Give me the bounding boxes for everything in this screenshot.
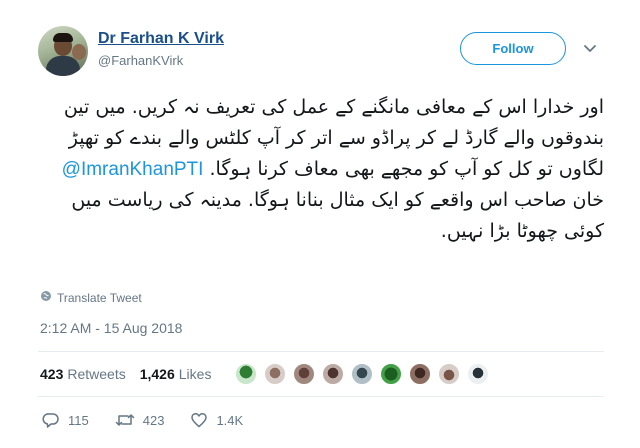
- author-name[interactable]: Dr Farhan K Virk: [98, 30, 224, 48]
- liker-avatar[interactable]: [351, 363, 374, 385]
- retweet-icon: [115, 411, 135, 429]
- tweet-text: اور خدارا اس کے معافی مانگنے کے عمل کی ت…: [38, 92, 604, 247]
- author-avatar[interactable]: [38, 26, 88, 76]
- liker-avatar[interactable]: [380, 363, 403, 385]
- reply-button[interactable]: 115: [42, 411, 89, 429]
- liker-avatar[interactable]: [322, 363, 345, 385]
- divider: [38, 396, 604, 397]
- reply-icon: [42, 411, 60, 429]
- tweet-header: Dr Farhan K Virk @FarhanKVirk Follow: [38, 26, 608, 76]
- follow-button[interactable]: Follow: [460, 32, 566, 65]
- tweet-text-part2: خان صاحب اس واقعے کو ایک مثال بنانا ہوگا…: [71, 189, 604, 242]
- translate-label: Translate Tweet: [57, 290, 142, 305]
- likes-count: 1,426: [139, 366, 175, 382]
- likes-label: Likes: [178, 366, 212, 382]
- translate-tweet[interactable]: Translate Tweet: [40, 290, 142, 305]
- retweets-stat[interactable]: 423 Retweets: [40, 366, 126, 382]
- like-button[interactable]: 1.4K: [190, 411, 243, 429]
- tweet-actions: 115 423 1.4K: [42, 411, 269, 429]
- chevron-down-icon[interactable]: [580, 38, 600, 58]
- liker-avatar[interactable]: [438, 363, 461, 385]
- retweet-button[interactable]: 423: [115, 411, 165, 429]
- like-count: 1.4K: [216, 412, 244, 428]
- likes-stat[interactable]: 1,426 Likes: [140, 366, 212, 382]
- mention-link[interactable]: @ImranKhanPTI: [62, 159, 204, 180]
- liker-avatar[interactable]: [467, 363, 490, 385]
- liker-avatar[interactable]: [264, 363, 287, 385]
- globe-icon: [40, 290, 52, 305]
- heart-icon: [190, 411, 208, 429]
- liker-avatar[interactable]: [293, 363, 316, 385]
- tweet-timestamp[interactable]: 2:12 AM - 15 Aug 2018: [40, 320, 182, 336]
- liker-avatar[interactable]: [409, 363, 432, 385]
- retweets-count: 423: [40, 366, 64, 382]
- liker-avatar[interactable]: [235, 363, 258, 385]
- tweet-stats: 423 Retweets 1,426 Likes: [40, 361, 496, 387]
- divider: [38, 351, 604, 352]
- retweets-label: Retweets: [67, 366, 126, 382]
- author-handle[interactable]: @FarhanKVirk: [98, 53, 183, 68]
- reply-count: 115: [68, 412, 89, 428]
- liker-avatars: [235, 363, 496, 385]
- retweet-count: 423: [142, 412, 165, 428]
